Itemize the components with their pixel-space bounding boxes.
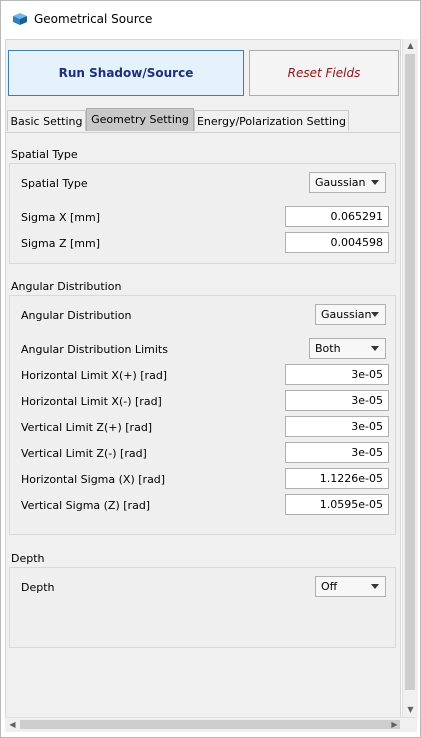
left-arrow-icon[interactable]: ◀ <box>5 718 20 732</box>
up-arrow-icon[interactable]: ▲ <box>403 39 418 53</box>
vertical-sigma-field[interactable]: 1.0595e-05 <box>285 494 389 515</box>
vertical-scrollbar[interactable]: ▲ ▼ <box>402 39 418 717</box>
horizontal-scrollbar[interactable]: ◀ ▶ <box>5 717 417 732</box>
horizontal-scroll-thumb[interactable] <box>20 720 400 729</box>
main-panel: Run Shadow/Source Reset Fields Basic Set… <box>5 39 401 731</box>
chevron-down-icon <box>371 180 379 185</box>
horizontal-sigma-field[interactable]: 1.1226e-05 <box>285 468 389 489</box>
sigma-z-label: Sigma Z [mm] <box>21 237 101 250</box>
angular-limits-value: Both <box>315 342 341 355</box>
vertical-limit-minus-field[interactable]: 3e-05 <box>285 442 389 463</box>
down-arrow-icon[interactable]: ▼ <box>403 703 418 717</box>
depth-section-title: Depth <box>11 552 45 565</box>
angular-distribution-group: Angular Distribution Gaussian Angular Di… <box>9 295 396 535</box>
sigma-z-field[interactable]: 0.004598 <box>285 232 389 253</box>
horizontal-limit-plus-label: Horizontal Limit X(+) [rad] <box>21 369 168 382</box>
reset-fields-button[interactable]: Reset Fields <box>249 50 399 96</box>
run-shadow-source-button[interactable]: Run Shadow/Source <box>8 50 244 96</box>
vertical-sigma-label: Vertical Sigma (Z) [rad] <box>21 499 151 512</box>
angular-limits-label: Angular Distribution Limits <box>21 343 168 356</box>
tab-bar: Basic Setting Geometry Setting Energy/Po… <box>6 108 400 132</box>
spatial-type-section-title: Spatial Type <box>11 148 78 161</box>
horizontal-limit-minus-label: Horizontal Limit X(-) [rad] <box>21 395 162 408</box>
horizontal-limit-plus-field[interactable]: 3e-05 <box>285 364 389 385</box>
spatial-type-value: Gaussian <box>315 176 366 189</box>
vertical-limit-minus-label: Vertical Limit Z(-) [rad] <box>21 447 147 460</box>
angular-distribution-value: Gaussian <box>321 308 372 321</box>
depth-value: Off <box>321 580 338 593</box>
vertical-scroll-thumb[interactable] <box>405 54 415 690</box>
spatial-type-group: Spatial Type Gaussian Sigma X [mm] 0.065… <box>9 163 396 264</box>
horizontal-limit-minus-field[interactable]: 3e-05 <box>285 390 389 411</box>
chevron-down-icon <box>371 312 379 317</box>
vertical-limit-plus-field[interactable]: 3e-05 <box>285 416 389 437</box>
depth-combo[interactable]: Off <box>315 576 386 597</box>
chevron-down-icon <box>371 346 379 351</box>
depth-group: Depth Off <box>9 567 396 648</box>
tab-basic-setting[interactable]: Basic Setting <box>7 110 86 131</box>
depth-label: Depth <box>21 581 55 594</box>
angular-distribution-combo[interactable]: Gaussian <box>315 304 386 325</box>
angular-distribution-section-title: Angular Distribution <box>11 280 122 293</box>
right-arrow-icon[interactable]: ▶ <box>387 718 402 732</box>
vertical-limit-plus-label: Vertical Limit Z(+) [rad] <box>21 421 153 434</box>
angular-limits-combo[interactable]: Both <box>309 338 386 359</box>
tab-geometry-setting[interactable]: Geometry Setting <box>86 108 194 131</box>
spatial-type-combo[interactable]: Gaussian <box>309 172 386 193</box>
tab-divider <box>6 132 400 133</box>
sigma-x-field[interactable]: 0.065291 <box>285 206 389 227</box>
chevron-down-icon <box>371 584 379 589</box>
angular-distribution-label: Angular Distribution <box>21 309 132 322</box>
app-cube-icon <box>13 13 27 25</box>
spatial-type-label: Spatial Type <box>21 177 88 190</box>
window: Geometrical Source Run Shadow/Source Res… <box>0 0 421 738</box>
title-bar: Geometrical Source <box>1 1 420 37</box>
tab-energy-polarization-setting[interactable]: Energy/Polarization Setting <box>194 110 349 131</box>
horizontal-sigma-label: Horizontal Sigma (X) [rad] <box>21 473 166 486</box>
sigma-x-label: Sigma X [mm] <box>21 211 101 224</box>
window-title: Geometrical Source <box>34 12 153 26</box>
